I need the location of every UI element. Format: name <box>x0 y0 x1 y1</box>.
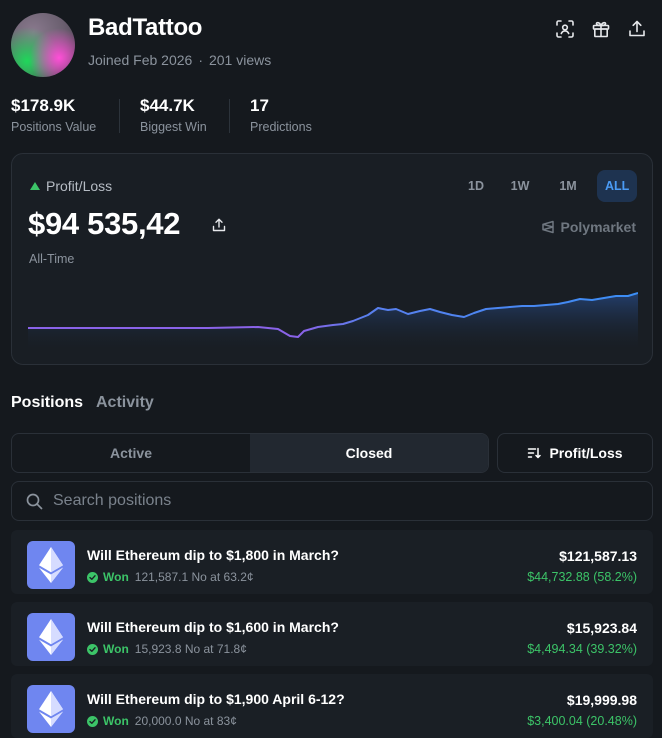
sort-profit-loss-button[interactable]: Profit/Loss <box>497 433 653 473</box>
sort-icon <box>528 447 542 459</box>
gift-icon[interactable] <box>590 18 612 40</box>
check-circle-icon <box>87 643 98 655</box>
status-label: Won <box>103 642 129 656</box>
search-input[interactable] <box>53 492 613 510</box>
position-subtitle: Won 20,000.0 No at 83¢ <box>87 714 237 728</box>
stat-divider <box>119 99 120 133</box>
ethereum-icon <box>27 613 75 661</box>
position-title: Will Ethereum dip to $1,800 in March? <box>87 547 339 563</box>
stat-positions-value: $178.9K Positions Value <box>11 96 96 134</box>
range-1d-button[interactable]: 1D <box>457 170 495 202</box>
stat-label: Biggest Win <box>140 120 207 134</box>
triangle-up-icon <box>30 182 40 190</box>
stat-value: $44.7K <box>140 96 195 115</box>
status-label: Won <box>103 570 129 584</box>
stat-label: Positions Value <box>11 120 97 134</box>
position-filter: Active Closed <box>11 433 489 473</box>
position-detail: 20,000.0 No at 83¢ <box>134 714 237 728</box>
won-status: Won <box>87 714 129 728</box>
range-all-button[interactable]: ALL <box>597 170 638 202</box>
check-circle-icon <box>87 715 98 727</box>
search-icon <box>26 493 43 509</box>
position-title: Will Ethereum dip to $1,900 April 6-12? <box>87 691 345 707</box>
stat-divider <box>229 99 230 133</box>
joined-date: Joined Feb 2026 <box>88 52 193 68</box>
period-label: All-Time <box>29 252 75 266</box>
position-row[interactable]: Will Ethereum dip to $1,900 April 6-12? … <box>11 674 653 738</box>
position-value: $19,999.98 <box>566 692 637 708</box>
tab-activity[interactable]: Activity <box>96 394 154 412</box>
polymarket-logo-icon <box>541 220 554 234</box>
username: BadTattoo <box>88 14 203 41</box>
position-detail: 121,587.1 No at 63.2¢ <box>134 570 254 584</box>
position-title: Will Ethereum dip to $1,600 in March? <box>87 619 339 635</box>
won-status: Won <box>87 570 129 584</box>
profit-loss-label: Profit/Loss <box>46 178 113 194</box>
position-row[interactable]: Will Ethereum dip to $1,800 in March? Wo… <box>11 530 653 594</box>
position-pnl: $3,400.04 (20.48%) <box>527 714 637 728</box>
position-pnl: $44,732.88 (58.2%) <box>527 570 637 584</box>
ethereum-icon <box>27 541 75 589</box>
search-box <box>11 481 653 521</box>
pnl-area <box>28 293 638 350</box>
scan-icon[interactable] <box>554 18 576 40</box>
profit-loss-header: Profit/Loss <box>30 178 112 194</box>
won-status: Won <box>87 642 129 656</box>
polymarket-label: Polymarket <box>560 219 636 235</box>
stat-value: $178.9K <box>11 96 76 115</box>
share-icon[interactable] <box>626 18 648 40</box>
range-1m-button[interactable]: 1M <box>549 170 587 202</box>
view-count: 201 views <box>208 52 272 68</box>
status-label: Won <box>103 714 129 728</box>
stat-value: 17 <box>250 96 269 115</box>
pnl-chart <box>28 292 638 350</box>
profile-meta: Joined Feb 2026 · 201 views <box>88 52 271 68</box>
position-row[interactable]: Will Ethereum dip to $1,600 in March? Wo… <box>11 602 653 666</box>
sort-label: Profit/Loss <box>549 445 623 461</box>
meta-separator: · <box>198 52 203 68</box>
range-1w-button[interactable]: 1W <box>501 170 539 202</box>
ethereum-icon <box>27 685 75 733</box>
avatar <box>11 13 75 77</box>
profit-loss-card: Profit/Loss $94 535,42 All-Time 1D 1W 1M… <box>11 153 653 365</box>
position-pnl: $4,494.34 (39.32%) <box>527 642 637 656</box>
profit-loss-value: $94 535,42 <box>28 206 181 241</box>
stat-biggest-win: $44.7K Biggest Win <box>140 96 207 134</box>
stat-label: Predictions <box>250 120 312 134</box>
polymarket-brand: Polymarket <box>541 219 636 235</box>
position-value: $15,923.84 <box>566 620 637 636</box>
filter-closed-button[interactable]: Closed <box>250 434 488 472</box>
filter-active-button[interactable]: Active <box>12 434 250 472</box>
position-subtitle: Won 15,923.8 No at 71.8¢ <box>87 642 247 656</box>
position-detail: 15,923.8 No at 71.8¢ <box>134 642 247 656</box>
check-circle-icon <box>87 571 98 583</box>
position-subtitle: Won 121,587.1 No at 63.2¢ <box>87 570 254 584</box>
tab-positions[interactable]: Positions <box>11 394 83 412</box>
stat-predictions: 17 Predictions <box>250 96 312 134</box>
share-pnl-icon[interactable] <box>212 218 226 237</box>
position-value: $121,587.13 <box>559 548 637 564</box>
